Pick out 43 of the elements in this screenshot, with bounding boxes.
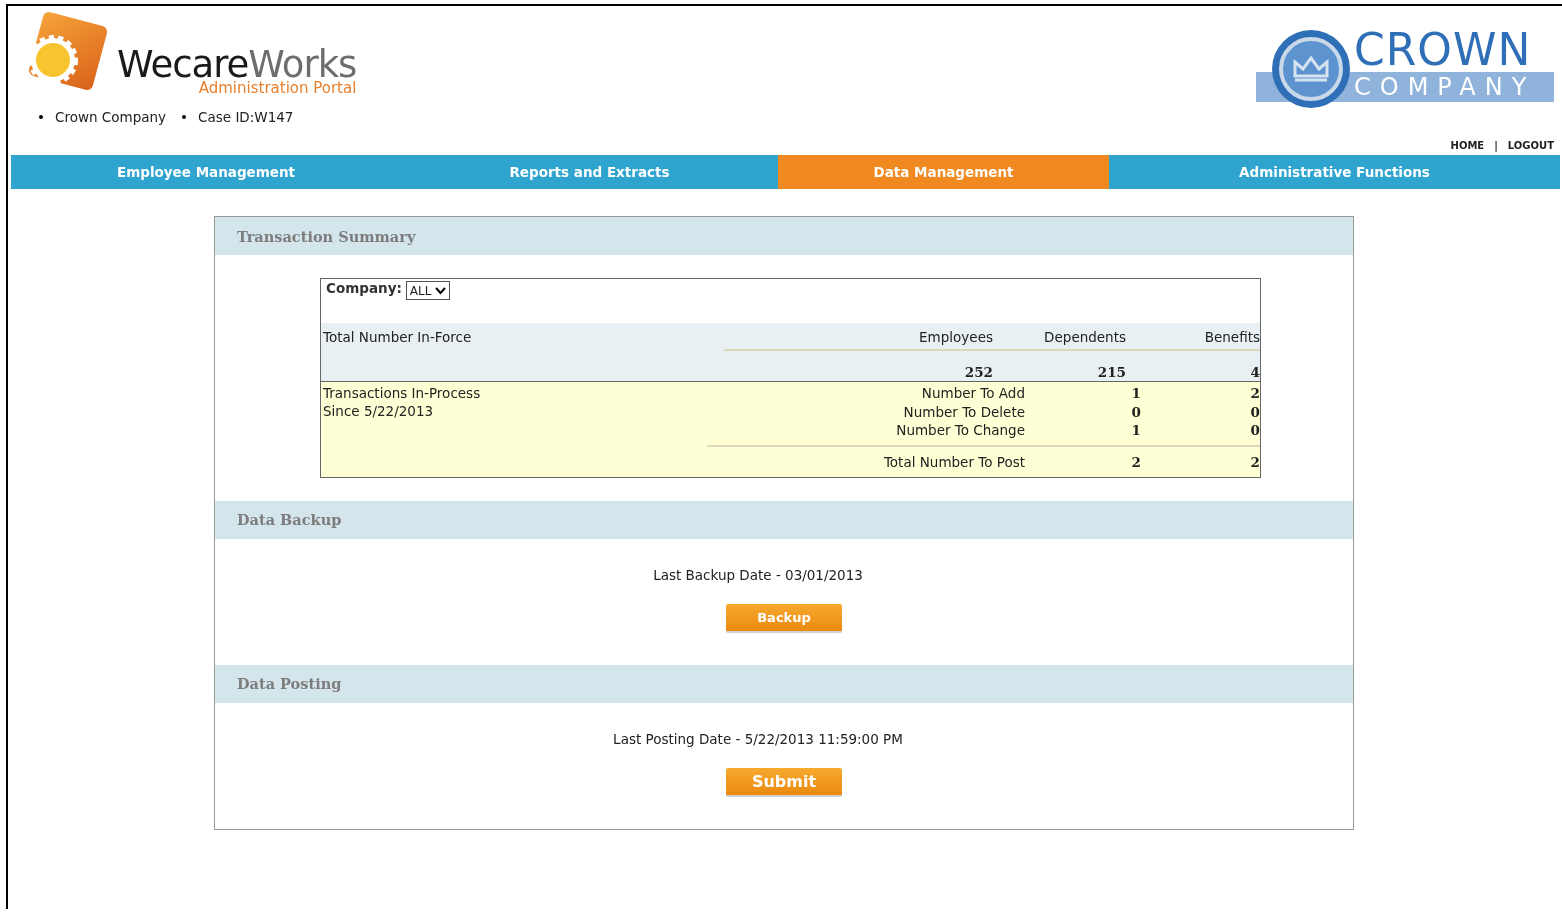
table-cell-text: 1 [1130,422,1141,439]
company-select[interactable]: ALL [405,281,451,300]
last-backup-text: Last Backup Date - 03/01/2013 [653,566,863,583]
partner-logo-name: CROWN [1354,28,1533,72]
submit-button[interactable]: Submit [726,767,842,797]
section-title: Data Backup [237,511,342,528]
row-label: Number To Change [895,422,1025,439]
table-cell-text: 0 [1249,403,1260,420]
chevron-icon [435,286,447,295]
table-cell-text: 215 [1096,364,1126,380]
column-header: Employees [918,328,993,345]
table-cell-text: 2 [1249,385,1260,402]
row-label: Total Number In-Force [322,328,473,345]
table-cell-text: 0 [1249,422,1260,439]
column-header: Dependents [1043,328,1126,345]
last-posting-text: Last Posting Date - 5/22/2013 11:59:00 PM [613,730,903,747]
crown-emblem-icon [1270,28,1352,110]
info-item: Crown Company [39,109,167,125]
header-link[interactable]: HOME [1450,140,1485,151]
row-label: Transactions In-Process [323,384,482,402]
column-header: Benefits [1203,328,1260,345]
table-cell-text: 4 [1249,364,1260,380]
row-label: Total Number To Post [882,453,1025,470]
section-title: Transaction Summary [237,227,416,245]
row-label: Number To Delete [902,403,1025,420]
info-item: Case ID:W147 [182,109,294,125]
nav-tab[interactable]: Employee Management [11,155,401,189]
row-label: Since 5/22/2013 [323,402,435,420]
logo-subtitle: Administration Portal [197,79,357,97]
link-separator: | [1494,140,1498,151]
row-label: Number To Add [920,385,1025,402]
header-link[interactable]: LOGOUT [1507,140,1554,151]
table-cell-text: 1 [1130,385,1141,402]
table-cell-text: 252 [963,364,993,380]
table-cell-text: 2 [1130,453,1141,470]
nav-tab[interactable]: Administrative Functions [1109,155,1560,189]
section-title: Data Posting [237,675,342,692]
nav-tab[interactable]: Data Management [778,155,1109,189]
table-cell-text: 0 [1130,403,1141,420]
table-cell-text: 2 [1249,453,1260,470]
nav-tab[interactable]: Reports and Extracts [401,155,778,189]
company-label: Company: [326,280,402,296]
backup-button[interactable]: Backup [726,603,842,633]
